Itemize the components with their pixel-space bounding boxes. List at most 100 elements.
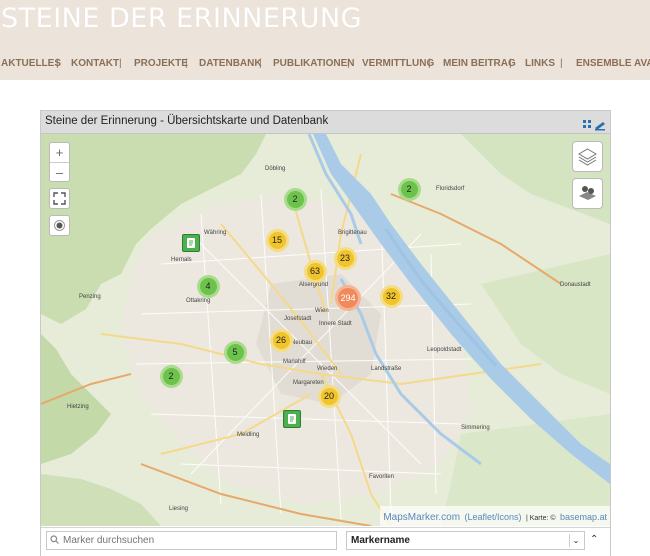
marker-cluster-count: 4 [199,277,217,295]
collapse-up-button[interactable]: ⌃ [590,534,598,545]
marker-cluster-count: 5 [226,343,244,361]
layers-button[interactable] [572,141,603,172]
marker-cluster-count: 2 [286,190,304,208]
nav-separator: | [119,58,122,69]
place-label: Alsergrund [299,282,329,288]
nav-item-ensemble-avanim[interactable]: ENSEMBLE AVANIM [576,58,650,69]
place-label: Penzing [79,294,101,300]
marker-cluster[interactable]: 26 [269,328,293,352]
nav-item-publikationen[interactable]: PUBLIKATIONEN [273,58,354,69]
nav-separator: | [428,58,431,69]
sort-select[interactable]: Markername ⌄ [346,531,585,550]
marker-cluster[interactable]: 32 [379,284,403,308]
place-label: Leopoldstadt [427,347,462,353]
site-header: STEINE DER ERINNERUNG AKTUELLES | KONTAK… [0,0,650,80]
place-label: Josefstadt [284,316,312,322]
attribution-karte: | Karte: © [525,515,556,522]
expand-icon [53,192,66,205]
nav-item-mein-beitrag[interactable]: MEIN BEITRAG [443,58,516,69]
attribution-brand-link[interactable]: MapsMarker.com [383,512,460,523]
place-label: Margareten [293,380,324,386]
place-label: Donaustadt [560,282,591,288]
marker-cluster-count: 20 [320,387,338,405]
memorial-stone-icon [187,238,195,248]
marker-layers-button[interactable] [572,178,603,209]
nav-item-projekte[interactable]: PROJEKTE [134,58,188,69]
map-view[interactable]: Döbling Währing Hernals Ottakring Penzin… [41,134,610,526]
nav-separator: | [259,58,262,69]
place-label: Floridsdorf [436,186,465,192]
nav-item-aktuelles[interactable]: AKTUELLES [1,58,61,69]
map-panel-title: Steine der Erinnerung - Übersichtskarte … [45,115,329,127]
chevron-down-icon: ⌄ [569,534,582,547]
marker-cluster-count: 63 [306,262,324,280]
nav-separator: | [347,58,350,69]
nav-item-vermittlung[interactable]: VERMITTLUNG [362,58,434,69]
place-label: Liesing [169,506,189,512]
marker-cluster-count: 2 [162,367,180,385]
fullscreen-icon[interactable] [582,119,606,131]
marker-cluster[interactable]: 23 [333,246,357,270]
memorial-stone-icon [288,414,296,424]
place-label: Brigittenau [338,230,367,236]
marker-cluster-count: 23 [336,249,354,267]
marker-search-input[interactable] [46,531,337,550]
place-label: Landstraße [371,366,402,372]
place-label: Mariahilf [283,359,306,365]
marker-cluster[interactable]: 15 [265,228,289,252]
attribution-leaflet-link[interactable]: (Leaflet/Icons) [464,512,521,522]
map-panel: Steine der Erinnerung - Übersichtskarte … [40,110,611,556]
marker-cluster[interactable]: 63 [303,259,327,283]
map-panel-header: Steine der Erinnerung - Übersichtskarte … [41,111,610,134]
nav-separator: | [185,58,188,69]
place-label: Ottakring [186,298,211,304]
marker-cluster-count: 15 [268,231,286,249]
marker-cluster[interactable]: 2 [397,177,421,201]
marker-layers-icon [579,186,596,200]
place-label: Wieden [317,366,338,372]
marker-cluster[interactable]: 5 [223,340,247,364]
fullscreen-button[interactable] [49,188,70,209]
nav-item-kontakt[interactable]: KONTAKT [71,58,119,69]
map-attribution: MapsMarker.com (Leaflet/Icons) | Karte: … [380,506,610,526]
place-label: Wien [315,308,329,314]
place-label: Neubau [291,340,313,346]
map-marker[interactable] [182,234,200,252]
search-icon [50,535,59,544]
marker-cluster-count: 2 [400,180,418,198]
marker-cluster-count: 32 [382,287,400,305]
place-label: Innere Stadt [319,321,352,327]
place-label: Favoriten [369,474,395,480]
marker-cluster-count: 26 [272,331,290,349]
nav-item-links[interactable]: LINKS [525,58,555,69]
sort-select-value: Markername [351,535,410,546]
zoom-in-button[interactable]: + [50,143,69,163]
nav-separator: | [56,58,59,69]
nav-separator: | [560,58,563,69]
place-label: Hernals [171,257,192,263]
locate-icon [54,220,65,231]
place-label: Hietzing [67,404,89,410]
place-labels: Döbling Währing Hernals Ottakring Penzin… [41,134,610,526]
place-label: Meidling [237,432,260,438]
nav-item-datenbank[interactable]: DATENBANK [199,58,262,69]
site-title[interactable]: STEINE DER ERINNERUNG [1,3,362,34]
place-label: Simmering [461,425,490,431]
marker-search-bar: Markername ⌄ ⌃ [41,527,610,556]
zoom-control: + – [49,142,70,182]
zoom-out-button[interactable]: – [50,163,69,182]
attribution-basemap-link[interactable]: basemap.at [560,512,607,522]
map-marker[interactable] [283,410,301,428]
nav-separator: | [509,58,512,69]
place-label: Währing [204,230,227,236]
place-label: Döbling [265,166,286,172]
marker-cluster[interactable]: 4 [196,274,220,298]
locate-button[interactable] [49,215,70,236]
marker-cluster[interactable]: 2 [159,364,183,388]
marker-cluster[interactable]: 20 [317,384,341,408]
panel-header-icons [582,116,606,131]
layers-icon [578,148,597,166]
marker-cluster[interactable]: 2 [283,187,307,211]
marker-cluster-count: 294 [338,288,358,308]
marker-cluster[interactable]: 294 [335,285,361,311]
